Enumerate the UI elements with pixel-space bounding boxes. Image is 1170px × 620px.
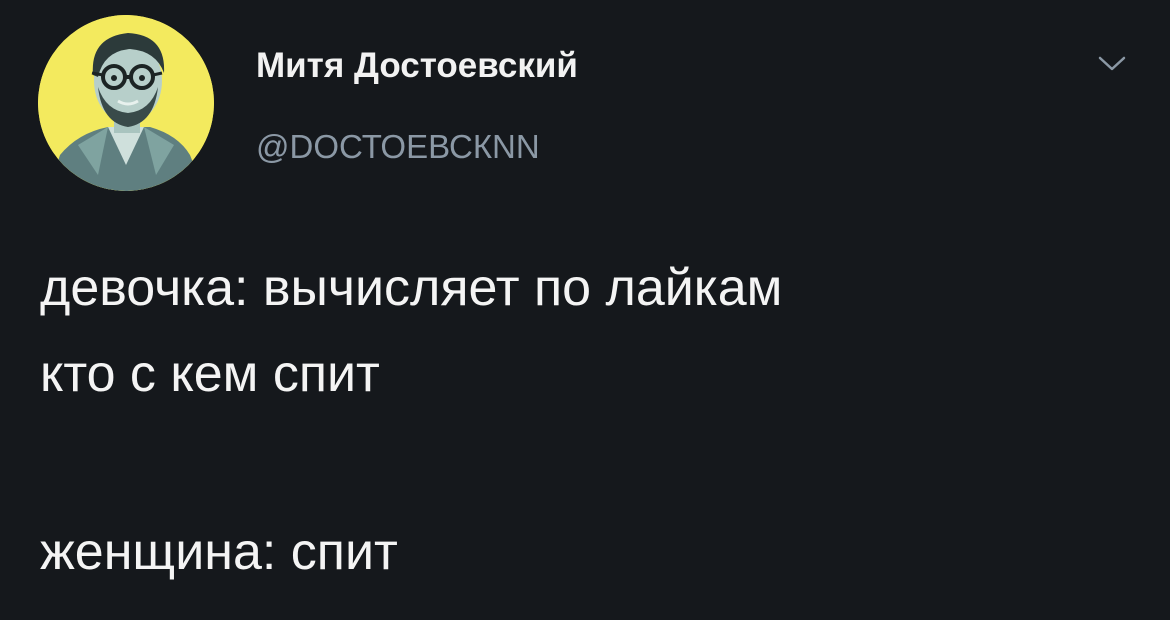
author-handle[interactable]: @DОСТОЕВСКNN xyxy=(256,128,540,166)
chevron-down-icon xyxy=(1098,56,1126,71)
author-name[interactable]: Митя Достоевский xyxy=(256,46,578,86)
tweet-text-line: девочка: вычисляет по лайкам xyxy=(40,259,783,317)
tweet-text-line: кто с кем спит xyxy=(40,345,380,403)
tweet-menu-button[interactable] xyxy=(1092,44,1132,84)
tweet-card: Митя Достоевский @DОСТОЕВСКNN девочка: в… xyxy=(0,0,1170,620)
tweet-text-line: женщина: спит xyxy=(40,523,398,581)
author-avatar[interactable] xyxy=(38,15,214,191)
avatar-portrait-icon xyxy=(38,15,214,191)
